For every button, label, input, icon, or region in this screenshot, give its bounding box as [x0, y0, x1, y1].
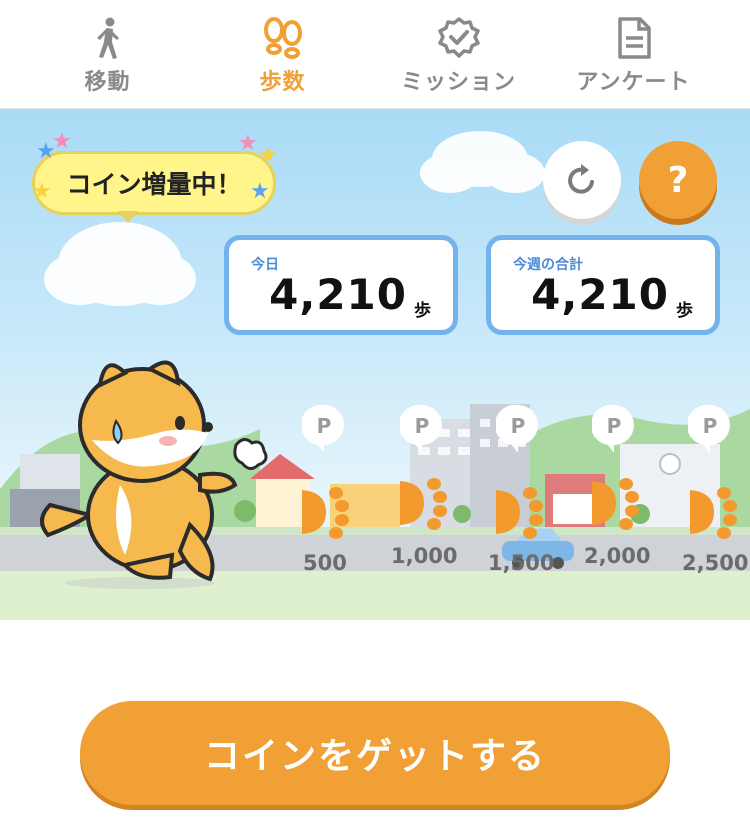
paw-print-icon [302, 487, 349, 539]
footprints-icon [261, 16, 305, 60]
tab-mission[interactable]: ミッション [365, 0, 552, 108]
weekly-steps-unit: 歩 [676, 301, 693, 321]
top-tab-bar: 移動 歩数 ミッション アンケート [0, 0, 750, 109]
star-icon: ★ [238, 131, 258, 156]
today-steps-value: 4,210 [269, 270, 407, 319]
star-icon: ★ [52, 129, 72, 154]
coin-boost-text: コイン増量中！ [66, 170, 242, 199]
paw-print-icon [690, 487, 737, 539]
tab-move[interactable]: 移動 [14, 0, 201, 108]
badge-check-icon [437, 16, 481, 60]
star-icon: ★ [32, 179, 52, 204]
step-scene: コイン増量中！ ★ ★ ★ ★ ★ ★ ? 今日 4,210 歩 今週の合計 4… [0, 109, 750, 620]
milestone-pin: P [400, 404, 442, 453]
tab-survey[interactable]: アンケート [540, 0, 727, 108]
svg-text:P: P [703, 414, 718, 438]
today-steps-card: 今日 4,210 歩 [224, 235, 458, 335]
coin-boost-banner: コイン増量中！ [32, 151, 276, 215]
paw-print-icon [592, 478, 639, 530]
banner-tail [118, 211, 138, 223]
svg-text:P: P [511, 414, 526, 438]
milestone-label: 2,500 [682, 551, 749, 575]
get-coins-button[interactable]: コインをゲットする [80, 701, 670, 805]
milestone-label: 1,000 [391, 544, 458, 568]
svg-text:P: P [607, 414, 622, 438]
refresh-icon [568, 164, 594, 194]
weekly-steps-value: 4,210 [531, 270, 669, 319]
milestone-pin: P [302, 404, 344, 453]
dog-mascot-illustration [40, 360, 268, 589]
today-steps-unit: 歩 [414, 301, 431, 321]
tab-label: 移動 [84, 70, 131, 95]
milestone-pin: P [496, 404, 538, 453]
tab-label: アンケート [576, 70, 691, 95]
walking-person-icon [86, 16, 130, 60]
tab-steps[interactable]: 歩数 [189, 0, 376, 108]
milestone-label: 500 [303, 551, 347, 575]
milestone-pin: P [688, 404, 730, 453]
svg-text:P: P [317, 414, 332, 438]
weekly-steps-card: 今週の合計 4,210 歩 [486, 235, 720, 335]
get-coins-label: コインをゲットする [203, 736, 546, 777]
tab-label: 歩数 [259, 70, 306, 95]
svg-text:P: P [415, 414, 430, 438]
refresh-button[interactable] [543, 141, 621, 219]
milestone-pin: P [592, 404, 634, 453]
paw-print-icon [496, 487, 543, 539]
document-icon [612, 16, 656, 60]
help-button[interactable]: ? [639, 141, 717, 219]
paw-print-icon [400, 478, 447, 530]
help-icon: ? [667, 159, 689, 201]
tab-label: ミッション [400, 70, 516, 95]
star-icon: ★ [258, 143, 278, 168]
milestone-label: 2,000 [584, 544, 651, 568]
milestone-label: 1,500 [488, 551, 555, 575]
star-icon: ★ [250, 179, 270, 204]
